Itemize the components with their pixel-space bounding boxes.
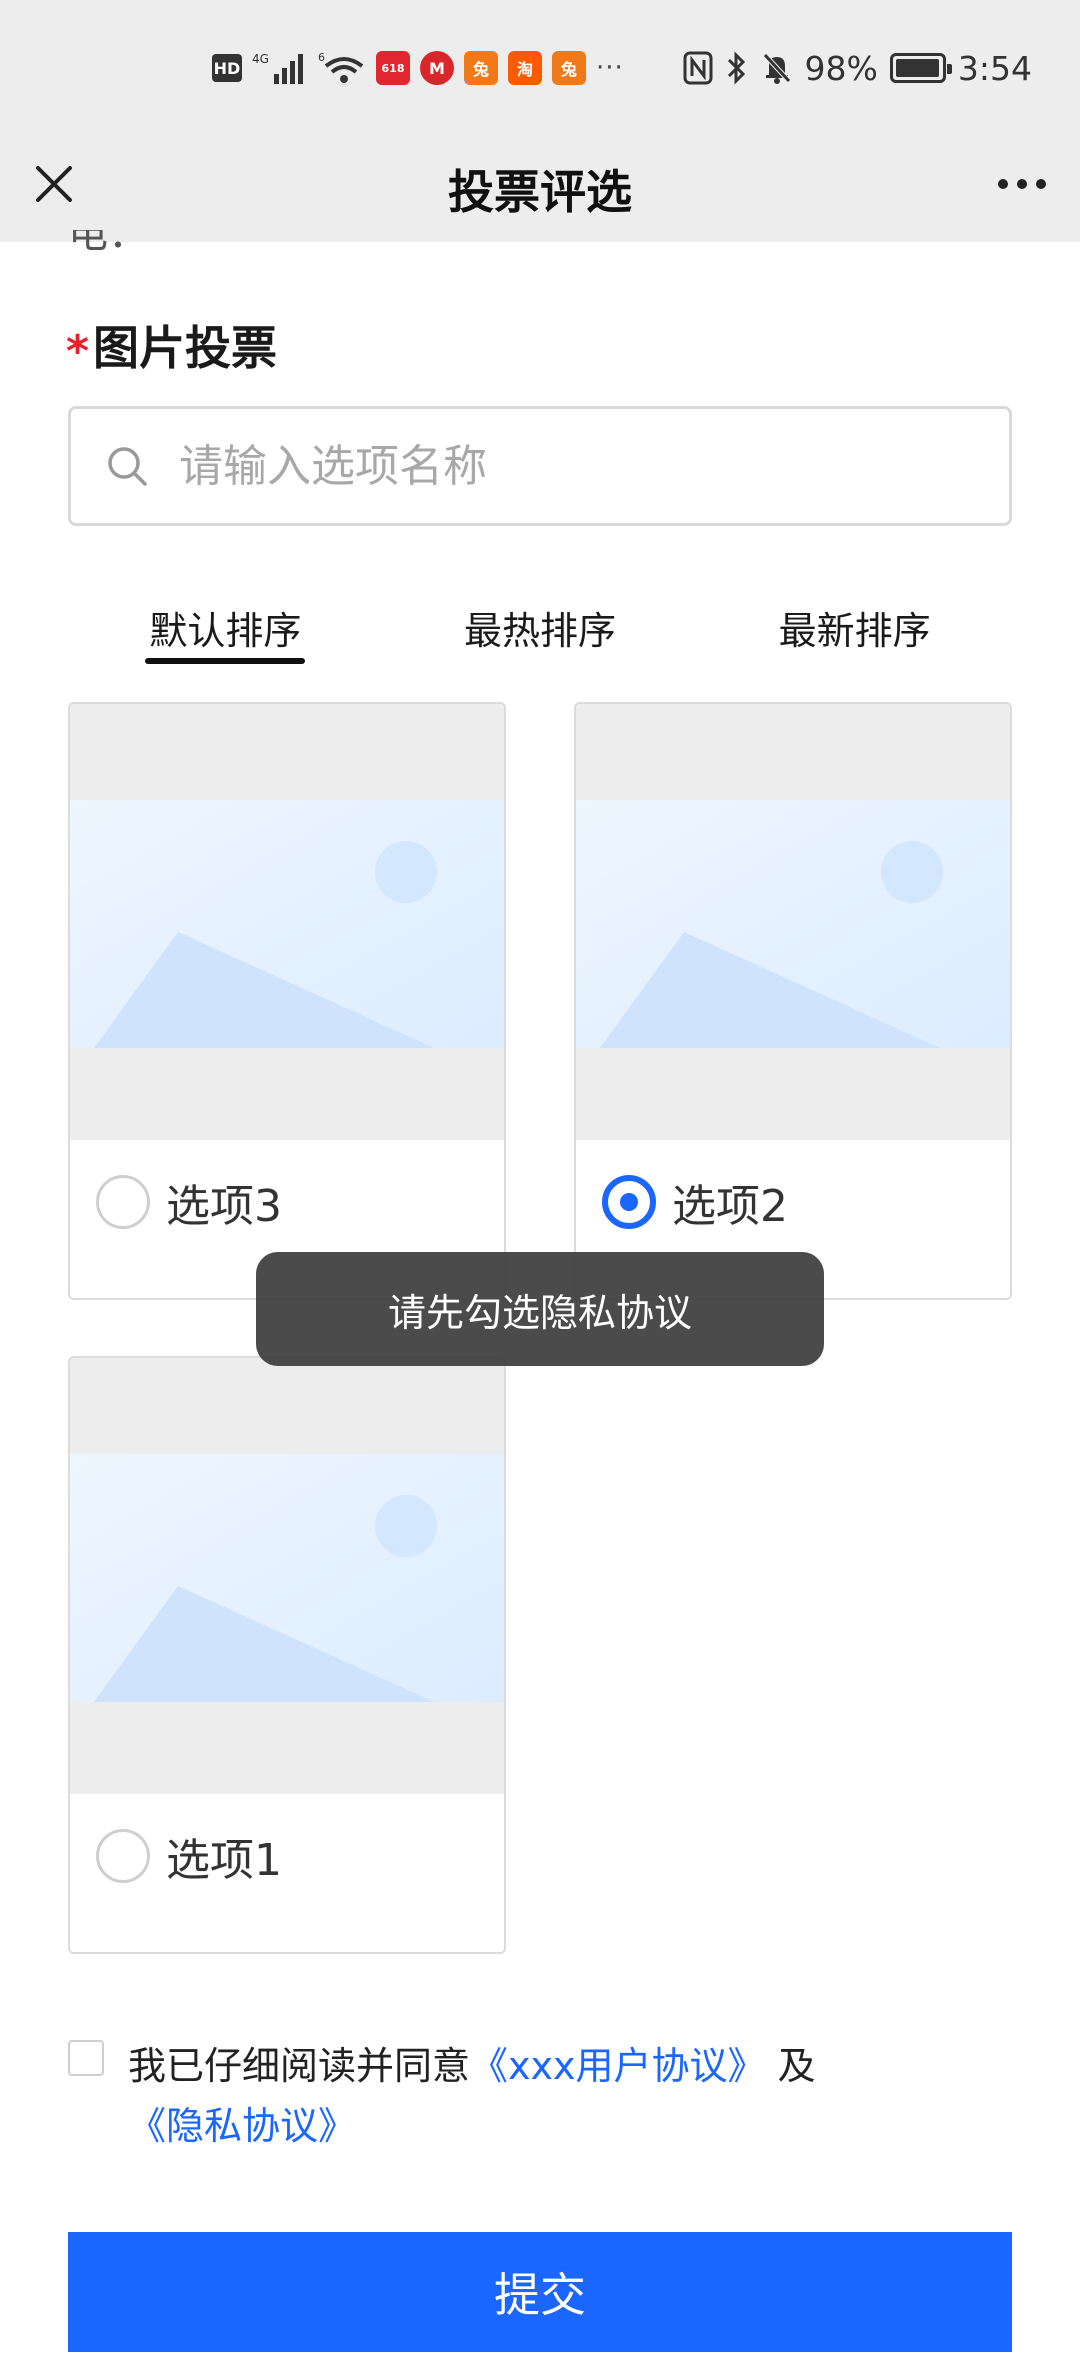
option-card[interactable]: 选项1 (68, 1356, 506, 1954)
app-icon-1: 618 (376, 51, 410, 85)
image-placeholder-icon (576, 800, 1010, 1048)
option-label: 选项2 (672, 1181, 788, 1232)
option-radio-row[interactable]: 选项3 (96, 1170, 282, 1234)
sort-tabs: 默认排序 最热排序 最新排序 (68, 586, 1012, 666)
app-icon-5: 兔 (552, 51, 586, 85)
agreement-text: 我已仔细阅读并同意《xxx用户协议》 及 《隐私协议》 (128, 2036, 988, 2156)
network-type-label: 4G (252, 52, 269, 66)
submit-button[interactable]: 提交 (68, 2232, 1012, 2352)
status-bar-left-icons: HD 4G 6 618 M 兔 淘 兔 ··· (212, 44, 624, 92)
clipped-previous-text: 电： (68, 230, 148, 252)
status-bar-right-icons: 98% 3:54 (683, 44, 1032, 92)
battery-icon (889, 53, 952, 83)
image-placeholder-icon (70, 1454, 504, 1702)
bluetooth-icon (725, 51, 749, 85)
user-agreement-link[interactable]: 《xxx用户协议》 (470, 2044, 765, 2088)
status-bar: HD 4G 6 618 M 兔 淘 兔 ··· 98% 3:54 (0, 0, 1080, 136)
wifi-sub-label: 6 (318, 51, 325, 64)
image-placeholder-icon (70, 800, 504, 1048)
app-icon-2: M (420, 51, 454, 85)
tab-hot-sort[interactable]: 最热排序 (383, 586, 698, 666)
cellular-signal-icon: 4G (252, 50, 308, 86)
section-title-label: 图片投票 (93, 321, 278, 375)
nfc-icon (683, 51, 713, 85)
option-image-placeholder (576, 704, 1010, 1140)
option-radio-row[interactable]: 选项2 (602, 1170, 788, 1234)
option-card[interactable]: 选项3 (68, 702, 506, 1300)
option-label: 选项3 (166, 1181, 282, 1232)
page-title: 投票评选 (448, 165, 632, 219)
agreement-checkbox[interactable] (68, 2040, 104, 2076)
battery-percent: 98% (804, 48, 878, 88)
option-radio[interactable] (96, 1175, 150, 1229)
privacy-agreement-link[interactable]: 《隐私协议》 (128, 2104, 356, 2148)
hd-icon: HD (212, 54, 242, 82)
option-image-placeholder (70, 1358, 504, 1794)
section-title: * 图片投票 (66, 312, 277, 378)
search-input[interactable] (179, 440, 979, 492)
battery-fill (896, 59, 940, 77)
search-icon (105, 444, 149, 488)
option-radio[interactable] (96, 1829, 150, 1883)
agreement-prefix: 我已仔细阅读并同意 (128, 2044, 471, 2088)
option-radio-row[interactable]: 选项1 (96, 1824, 282, 1888)
mute-bell-icon (761, 51, 793, 85)
option-radio-selected[interactable] (602, 1175, 656, 1229)
clock-time: 3:54 (957, 48, 1032, 88)
nav-bar: 投票评选 (0, 136, 1080, 242)
wifi-icon: 6 (318, 50, 366, 86)
tab-default-sort[interactable]: 默认排序 (68, 586, 383, 666)
required-mark: * (66, 325, 90, 377)
agreement-conjunction: 及 (777, 2044, 816, 2088)
more-icon (998, 179, 1046, 189)
option-image-placeholder (70, 704, 504, 1140)
search-box (68, 406, 1012, 526)
more-notifications-icon: ··· (596, 53, 624, 83)
option-card[interactable]: 选项2 (574, 702, 1012, 1300)
tab-newest-sort[interactable]: 最新排序 (697, 586, 1012, 666)
taobao-icon: 淘 (508, 51, 542, 85)
app-icon-3: 兔 (464, 51, 498, 85)
toast-message: 请先勾选隐私协议 (256, 1252, 824, 1366)
option-label: 选项1 (166, 1835, 282, 1886)
more-button[interactable] (990, 152, 1054, 216)
